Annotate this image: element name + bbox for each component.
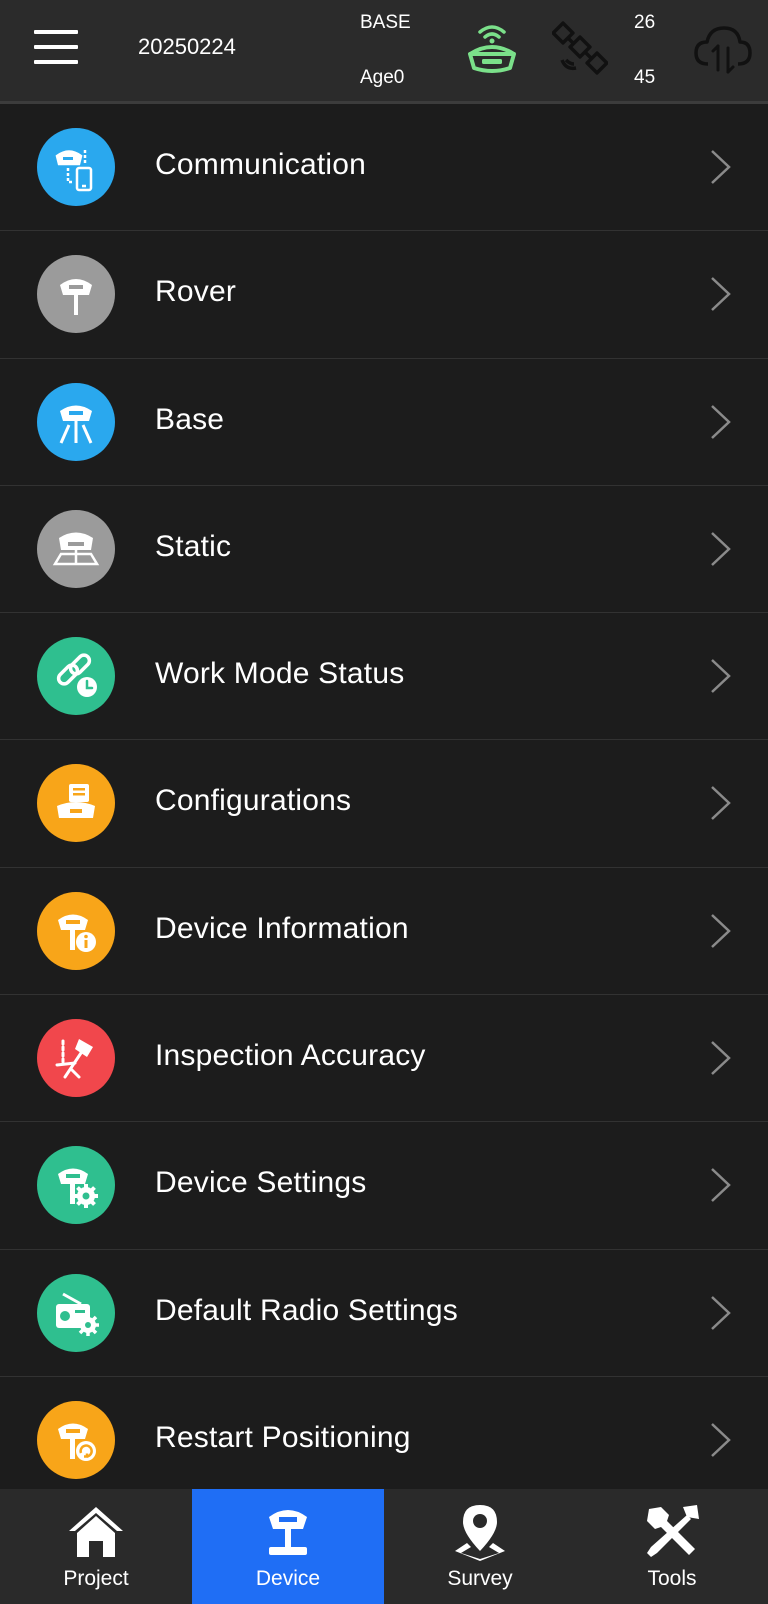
menu-label: Default Radio Settings [155, 1293, 458, 1327]
radio-settings-icon [37, 1273, 115, 1352]
chevron-right-icon [711, 404, 731, 439]
menu-item-static[interactable]: Static [0, 485, 768, 614]
menu-label: Configurations [155, 784, 352, 818]
chevron-right-icon [711, 913, 731, 948]
menu-label: Inspection Accuracy [155, 1039, 426, 1073]
menu-label: Communication [155, 148, 367, 181]
chevron-right-icon [711, 1168, 731, 1203]
restart-positioning-icon [37, 1400, 115, 1479]
tab-project[interactable]: Project [0, 1489, 192, 1604]
menu-label: Restart Positioning [155, 1420, 411, 1454]
menu-item-restart-positioning[interactable]: Restart Positioning [0, 1376, 768, 1505]
tab-device[interactable]: Device [192, 1489, 384, 1604]
chevron-right-icon [711, 1423, 731, 1457]
satellites-tracked: 45 [634, 67, 656, 88]
base-icon [37, 382, 115, 461]
device-settings-icon [37, 1146, 115, 1225]
tab-survey[interactable]: Survey [384, 1489, 576, 1604]
menu-label: Device Settings [155, 1166, 367, 1200]
menu-label: Work Mode Status [155, 657, 405, 691]
menu-icon[interactable] [34, 28, 78, 66]
chevron-right-icon [711, 1295, 731, 1330]
menu-label: Rover [155, 275, 237, 309]
inspection-icon [37, 1019, 115, 1098]
chevron-right-icon [711, 531, 731, 566]
location-pin-icon [455, 1505, 505, 1561]
menu-item-rover[interactable]: Rover [0, 231, 768, 359]
age-label: Age0 [360, 67, 405, 88]
chevron-right-icon [711, 659, 731, 694]
menu-item-configurations[interactable]: Configurations [0, 740, 768, 868]
menu-item-default-radio-settings[interactable]: Default Radio Settings [0, 1249, 768, 1377]
menu-item-work-mode-status[interactable]: Work Mode Status [0, 613, 768, 741]
menu-item-device-settings[interactable]: Device Settings [0, 1122, 768, 1250]
cloud-sync-icon[interactable] [692, 20, 754, 76]
tab-label: Tools [647, 1567, 697, 1590]
menu-label: Device Information [155, 911, 409, 945]
tab-tools[interactable]: Tools [576, 1489, 768, 1604]
project-date: 20250224 [138, 34, 236, 59]
menu-label: Base [155, 402, 225, 436]
top-status-bar: 20250224 BASE Age0 26 45 [0, 0, 768, 104]
menu-item-device-information[interactable]: Device Information [0, 867, 768, 996]
satellites-used: 26 [634, 12, 656, 33]
rover-icon [37, 255, 115, 334]
menu-label: Static [155, 529, 232, 563]
configurations-icon [37, 764, 115, 843]
menu-item-inspection-accuracy[interactable]: Inspection Accuracy [0, 995, 768, 1123]
work-mode-label: BASE [360, 12, 411, 33]
tab-label: Survey [447, 1567, 513, 1590]
home-icon [69, 1507, 123, 1557]
base-station-icon[interactable] [462, 20, 522, 76]
menu-item-base[interactable]: Base [0, 358, 768, 486]
chevron-right-icon [711, 150, 731, 184]
chevron-right-icon [711, 1041, 731, 1075]
work-mode-icon [37, 637, 115, 716]
satellite-icon[interactable] [552, 20, 608, 76]
menu-item-communication[interactable]: Communication [0, 104, 768, 232]
chevron-right-icon [711, 786, 731, 821]
tab-label: Project [63, 1567, 129, 1590]
tools-icon [647, 1505, 699, 1557]
device-menu: Communication Rover Base Static Work Mod… [0, 104, 768, 1505]
bottom-navigation: Project Device Survey Tools [0, 1489, 768, 1604]
communication-icon [37, 128, 115, 206]
tab-label: Device [255, 1567, 321, 1590]
chevron-right-icon [711, 277, 731, 312]
device-info-icon [37, 891, 115, 970]
static-icon [37, 509, 115, 588]
device-icon [269, 1510, 307, 1555]
